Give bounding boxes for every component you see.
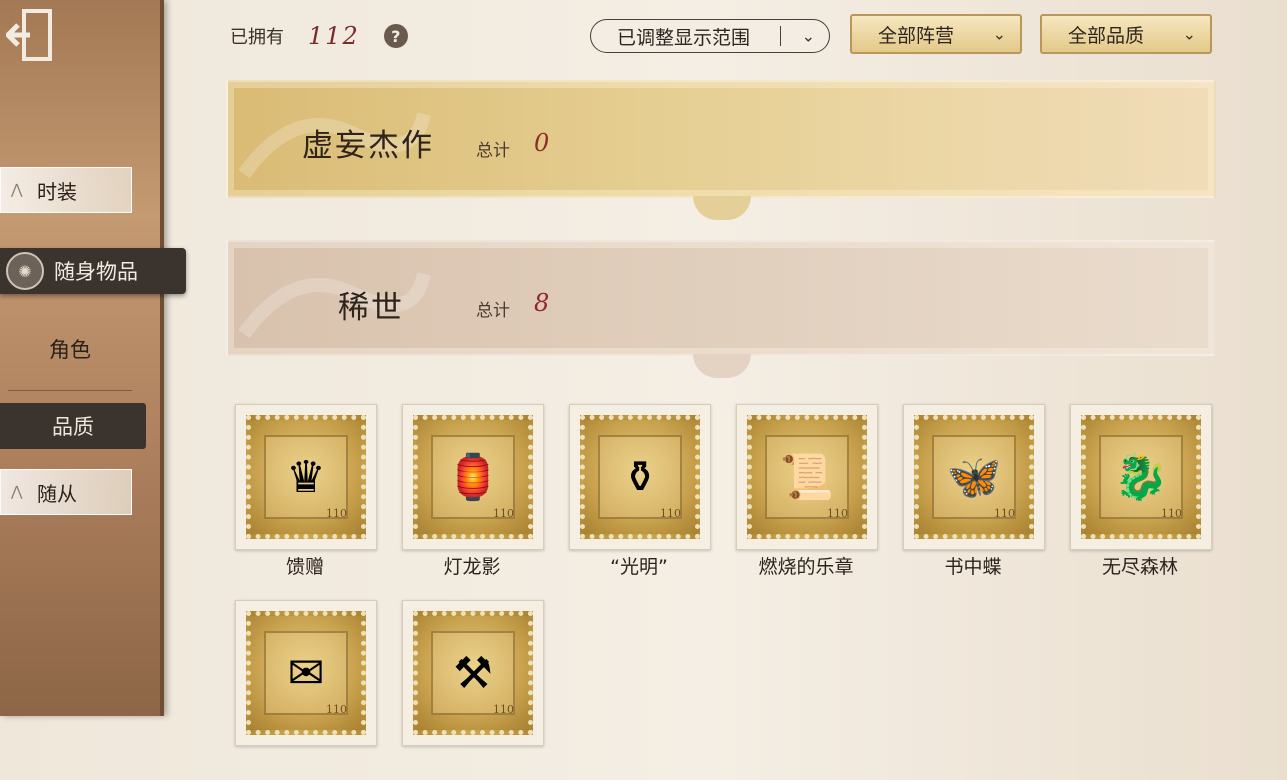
banner-total-value: 8 [534,289,550,317]
item-frame: 🏮 110 [402,404,544,550]
item-stamp: ✉ 110 [246,611,366,735]
item-card[interactable]: 📜 110 燃烧的乐章 [736,404,878,584]
owned-label: 已拥有 [230,27,284,48]
item-frame: ✉ 110 [235,600,377,746]
item-card[interactable]: ♛ 110 馈赠 [235,404,377,584]
range-filter-label: 已调整显示范围 [617,26,751,49]
item-card[interactable]: ✉ 110 [235,600,377,780]
rarity-banner-masterpiece[interactable]: 虚妄杰作 总计 0 [226,80,1216,198]
quality-filter-dropdown[interactable]: 全部品质 ⌄ [1040,14,1212,54]
tab-accessories-label: 随身物品 [54,260,138,284]
question-icon[interactable]: ? [383,24,408,48]
item-frame: ♛ 110 [235,404,377,550]
chevron-down-icon: ⌄ [992,24,1006,44]
tag-mark-icon: ⋀ [11,484,23,500]
tab-quality-label: 品质 [52,415,94,439]
chevron-down-icon: ⌄ [1182,24,1196,44]
item-card[interactable]: ⚱ 110 “光明” [569,404,711,584]
camp-filter-label: 全部阵营 [878,24,955,47]
item-stamp: 🏮 110 [413,415,533,539]
quality-filter-label: 全部品质 [1068,24,1145,47]
stamp-corner-number: 110 [660,507,681,520]
tab-costume[interactable]: ⋀ 时装 [0,167,132,213]
sidebar: ⋀ 时装 角色 品质 ⋀ 随从 [0,0,164,716]
exit-door-icon[interactable] [0,0,62,70]
item-frame: 🦋 110 [903,404,1045,550]
camp-filter-dropdown[interactable]: 全部阵营 ⌄ [850,14,1022,54]
stamp-corner-number: 110 [493,703,514,716]
tab-role[interactable]: 角色 [0,334,140,364]
item-frame: ⚱ 110 [569,404,711,550]
item-stamp: ♛ 110 [246,415,366,539]
item-frame: 📜 110 [736,404,878,550]
item-name: “光明” [610,556,668,578]
banner-title: 虚妄杰作 [302,128,434,164]
stamp-corner-number: 110 [493,507,514,520]
tag-mark-icon: ⋀ [11,182,23,198]
tab-quality[interactable]: 品质 [0,403,146,449]
stamp-corner-number: 110 [326,703,347,716]
tab-accessories[interactable]: ✺ 随身物品 [0,248,186,294]
range-filter-dropdown[interactable]: 已调整显示范围 ⌄ [590,19,830,53]
item-card[interactable]: ⚒ 110 [402,600,544,780]
item-name: 燃烧的乐章 [758,556,854,578]
stamp-corner-number: 110 [326,507,347,520]
stamp-corner-number: 110 [1161,507,1182,520]
item-stamp: ⚒ 110 [413,611,533,735]
tab-costume-label: 时装 [37,179,77,204]
item-name: 书中蝶 [944,556,1002,578]
stamp-corner-number: 110 [827,507,848,520]
item-frame: ⚒ 110 [402,600,544,746]
item-name: 灯龙影 [443,556,501,578]
owned-counter: 已拥有 112 ? [230,22,408,50]
banner-notch [693,196,751,220]
chevron-down-icon: ⌄ [801,26,815,46]
item-card[interactable]: 🦋 110 书中蝶 [903,404,1045,584]
rarity-banner-rare[interactable]: 稀世 总计 8 [226,240,1216,356]
sidebar-divider [8,390,132,391]
tab-follower[interactable]: ⋀ 随从 [0,469,132,515]
banner-notch [693,354,751,378]
banner-total-value: 0 [534,129,550,157]
item-name: 馈赠 [285,556,324,578]
item-stamp: 🦋 110 [914,415,1034,539]
tab-follower-label: 随从 [37,481,77,506]
decorative-swirl-icon [238,272,431,339]
item-card[interactable]: 🐉 110 无尽森林 [1070,404,1212,584]
item-card[interactable]: 🏮 110 灯龙影 [402,404,544,584]
item-stamp: ⚱ 110 [580,415,700,539]
item-name: 无尽森林 [1101,556,1178,578]
stamp-corner-number: 110 [994,507,1015,520]
banner-title: 稀世 [338,290,404,326]
banner-total-label: 总计 [476,301,510,321]
item-stamp: 📜 110 [747,415,867,539]
shield-emblem-icon: ✺ [6,252,44,290]
dropdown-separator [780,26,781,46]
owned-count: 112 [308,22,360,50]
item-frame: 🐉 110 [1070,404,1212,550]
item-stamp: 🐉 110 [1081,415,1201,539]
banner-total-label: 总计 [476,141,510,161]
tab-role-label: 角色 [49,338,91,362]
